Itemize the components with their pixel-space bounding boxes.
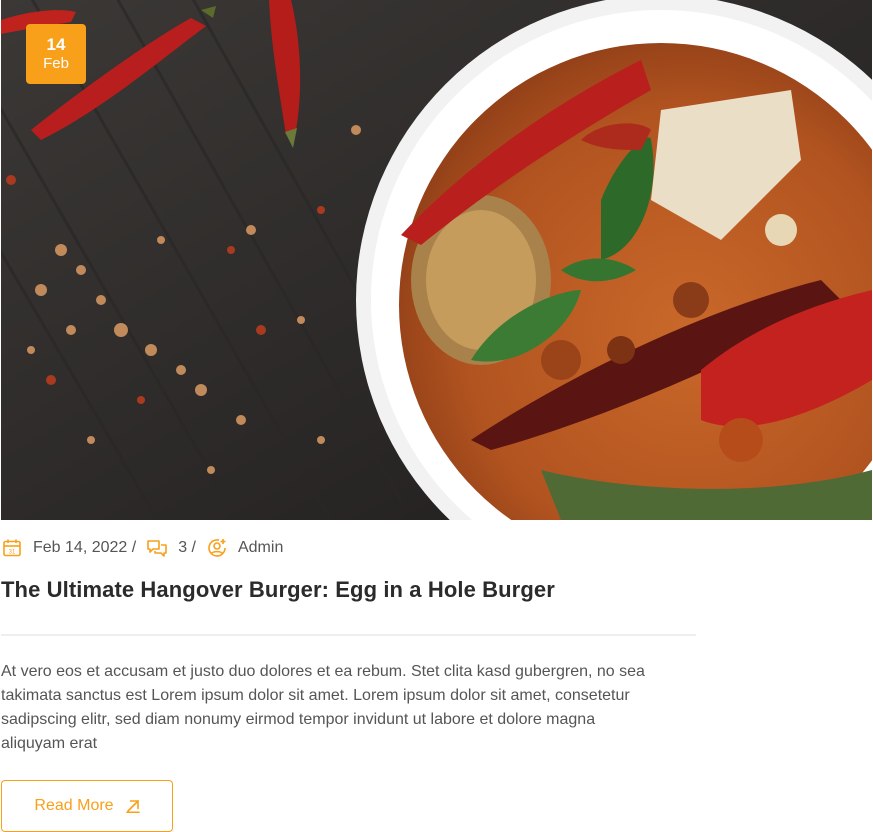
post-title[interactable]: The Ultimate Hangover Burger: Egg in a H… <box>1 577 555 603</box>
chat-bubbles-icon <box>146 537 168 559</box>
read-more-button[interactable]: Read More <box>1 780 173 832</box>
divider <box>1 634 696 636</box>
post-date: Feb 14, 2022 / <box>33 539 137 556</box>
post-featured-image[interactable]: 14 Feb <box>1 0 872 520</box>
date-badge-month: Feb <box>43 55 69 72</box>
read-more-label: Read More <box>34 797 114 814</box>
post-author[interactable]: Admin <box>238 539 283 557</box>
date-badge: 14 Feb <box>26 24 86 84</box>
post-meta: 31 Feb 14, 2022 / 3 / Admin <box>1 536 293 560</box>
svg-text:31: 31 <box>9 550 16 556</box>
calendar-icon: 31 <box>1 537 23 559</box>
post-excerpt: At vero eos et accusam et justo duo dolo… <box>1 663 645 752</box>
date-badge-day: 14 <box>46 35 66 54</box>
arrow-up-right-icon <box>125 799 140 813</box>
post-comment-count[interactable]: 3 / <box>178 539 196 557</box>
user-add-icon <box>206 537 228 559</box>
curry-bowl-photo <box>1 0 872 520</box>
